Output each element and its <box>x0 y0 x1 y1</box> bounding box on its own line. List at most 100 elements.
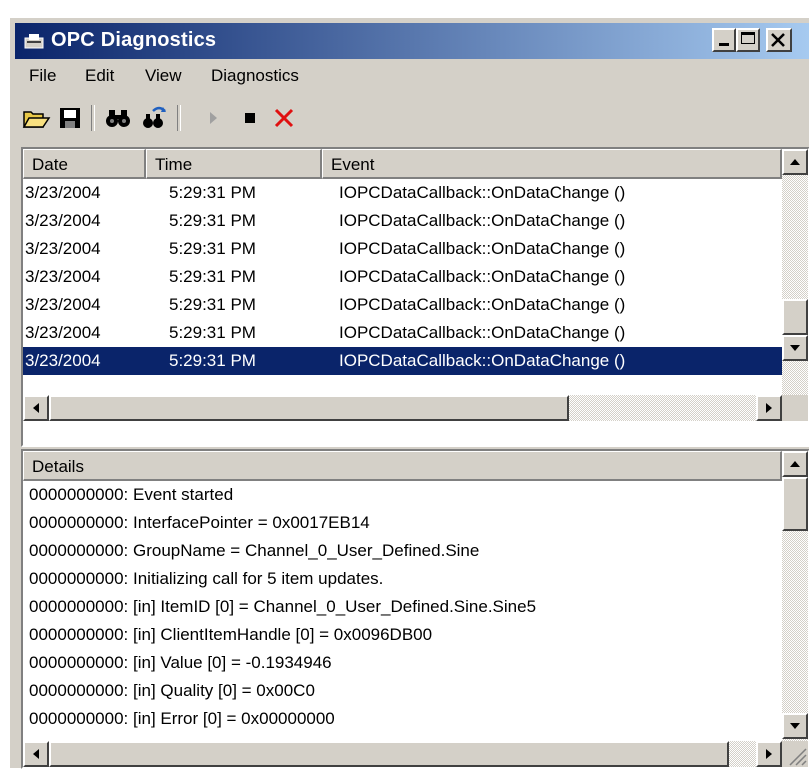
events-rows: 3/23/2004 5:29:31 PM IOPCDataCallback::OnD… <box>23 179 782 395</box>
arrow-left-icon <box>33 749 39 759</box>
scroll-left-button[interactable] <box>23 395 49 421</box>
table-row[interactable]: 3/23/2004 5:29:31 PM IOPCDataCallback::OnD… <box>23 319 782 347</box>
minimize-icon <box>719 43 729 46</box>
maximize-icon <box>741 32 755 44</box>
start-button[interactable] <box>199 103 229 133</box>
scroll-thumb[interactable] <box>49 741 729 767</box>
table-row[interactable]: 3/23/2004 5:29:31 PM IOPCDataCallback::OnD… <box>23 179 782 207</box>
cell-event: IOPCDataCallback::OnDataChange () <box>339 267 626 286</box>
open-button[interactable] <box>21 103 51 133</box>
detail-line: 0000000000: GroupName = Channel_0_User_D… <box>29 541 480 560</box>
scroll-thumb[interactable] <box>49 395 569 421</box>
scroll-thumb[interactable] <box>782 477 808 531</box>
scroll-thumb[interactable] <box>782 299 808 335</box>
cell-time: 5:29:31 PM <box>169 239 256 258</box>
detail-line: 0000000000: [in] Quality [0] = 0x00C0 <box>29 681 315 700</box>
cell-date: 3/23/2004 <box>25 267 101 286</box>
close-icon <box>771 33 785 47</box>
cell-event: IOPCDataCallback::OnDataChange () <box>339 211 626 230</box>
scroll-up-button[interactable] <box>782 149 808 175</box>
stop-button[interactable] <box>235 103 265 133</box>
scroll-right-button[interactable] <box>756 741 782 767</box>
cell-date: 3/23/2004 <box>25 183 101 202</box>
find-next-icon <box>143 106 166 128</box>
arrow-down-icon <box>790 723 800 729</box>
arrow-right-icon <box>766 403 772 413</box>
size-grip-icon[interactable] <box>782 741 808 767</box>
arrow-left-icon <box>33 403 39 413</box>
clear-x-icon <box>274 108 294 128</box>
cell-time: 5:29:31 PM <box>169 323 256 342</box>
details-horizontal-scrollbar[interactable] <box>23 741 782 767</box>
opc-diagnostics-window: OPC Diagnostics File Edit View Diagnosti… <box>10 18 809 769</box>
details-header: Details <box>23 451 782 481</box>
table-row[interactable]: 3/23/2004 5:29:31 PM IOPCDataCallback::OnD… <box>23 235 782 263</box>
save-button[interactable] <box>55 103 85 133</box>
details-vertical-scrollbar[interactable] <box>782 451 808 741</box>
details-lines: 0000000000: Event started 0000000000: Int… <box>23 481 782 737</box>
scroll-left-button[interactable] <box>23 741 49 767</box>
toolbar-separator <box>177 105 181 131</box>
cell-event: IOPCDataCallback::OnDataChange () <box>339 183 626 202</box>
toolbar <box>15 99 809 137</box>
detail-line: 0000000000: Initializing call for 5 item… <box>29 569 384 588</box>
app-icon <box>24 34 44 49</box>
cell-event: IOPCDataCallback::OnDataChange () <box>339 323 626 342</box>
column-header-event[interactable]: Event <box>322 149 782 179</box>
menu-bar: File Edit View Diagnostics <box>15 61 809 91</box>
events-horizontal-scrollbar[interactable] <box>23 395 782 421</box>
arrow-up-icon <box>790 159 800 165</box>
cell-time: 5:29:31 PM <box>169 267 256 286</box>
detail-line: 0000000000: Event started <box>29 485 234 504</box>
cell-time: 5:29:31 PM <box>169 351 256 370</box>
cell-time: 5:29:31 PM <box>169 211 256 230</box>
cell-time: 5:29:31 PM <box>169 183 256 202</box>
detail-line: 0000000000: [in] Value [0] = -0.1934946 <box>29 653 332 672</box>
find-next-button[interactable] <box>139 103 169 133</box>
table-row[interactable]: 3/23/2004 5:29:31 PM IOPCDataCallback::OnD… <box>23 207 782 235</box>
cell-date: 3/23/2004 <box>25 323 101 342</box>
toolbar-separator <box>91 105 95 131</box>
table-row[interactable]: 3/23/2004 5:29:31 PM IOPCDataCallback::OnD… <box>23 291 782 319</box>
details-pane[interactable]: Details 0000000000: Event started 0000000… <box>21 449 809 769</box>
detail-line: 0000000000: [in] ItemID [0] = Channel_0_… <box>29 597 537 616</box>
table-row[interactable]: 3/23/2004 5:29:31 PM IOPCDataCallback::OnD… <box>23 263 782 291</box>
cell-date: 3/23/2004 <box>25 295 101 314</box>
menu-file[interactable]: File <box>29 66 56 86</box>
cell-time: 5:29:31 PM <box>169 295 256 314</box>
binoculars-icon <box>106 110 130 127</box>
scroll-corner <box>782 395 808 421</box>
play-icon <box>210 112 217 124</box>
menu-view[interactable]: View <box>145 66 182 86</box>
cell-date: 3/23/2004 <box>25 211 101 230</box>
scroll-down-button[interactable] <box>782 335 808 361</box>
cell-event: IOPCDataCallback::OnDataChange () <box>339 295 626 314</box>
title-bar[interactable]: OPC Diagnostics <box>15 23 809 59</box>
maximize-button[interactable] <box>736 28 760 52</box>
scroll-right-button[interactable] <box>756 395 782 421</box>
arrow-down-icon <box>790 345 800 351</box>
column-header-date[interactable]: Date <box>23 149 146 179</box>
table-row[interactable]: 3/23/2004 5:29:31 PM IOPCDataCallback::OnD… <box>23 347 782 375</box>
scroll-down-button[interactable] <box>782 713 808 739</box>
arrow-right-icon <box>766 749 772 759</box>
detail-line: 0000000000: InterfacePointer = 0x0017EB1… <box>29 513 370 532</box>
events-list[interactable]: Date Time Event 3/23/2004 5:29:31 PM IOPCD… <box>21 147 809 447</box>
close-button[interactable] <box>766 28 792 52</box>
scroll-up-button[interactable] <box>782 451 808 477</box>
cell-event: IOPCDataCallback::OnDataChange () <box>339 351 626 370</box>
menu-diagnostics[interactable]: Diagnostics <box>211 66 299 86</box>
cell-date: 3/23/2004 <box>25 239 101 258</box>
menu-edit[interactable]: Edit <box>85 66 114 86</box>
cell-event: IOPCDataCallback::OnDataChange () <box>339 239 626 258</box>
save-disk-icon <box>60 108 80 128</box>
detail-line: 0000000000: [in] ClientItemHandle [0] = … <box>29 625 433 644</box>
clear-button[interactable] <box>269 103 299 133</box>
arrow-up-icon <box>790 461 800 467</box>
detail-line: 0000000000: [in] Error [0] = 0x00000000 <box>29 709 335 728</box>
column-header-time[interactable]: Time <box>146 149 322 179</box>
find-button[interactable] <box>103 103 133 133</box>
minimize-button[interactable] <box>712 28 736 52</box>
events-vertical-scrollbar[interactable] <box>782 149 808 395</box>
cell-date: 3/23/2004 <box>25 351 101 370</box>
